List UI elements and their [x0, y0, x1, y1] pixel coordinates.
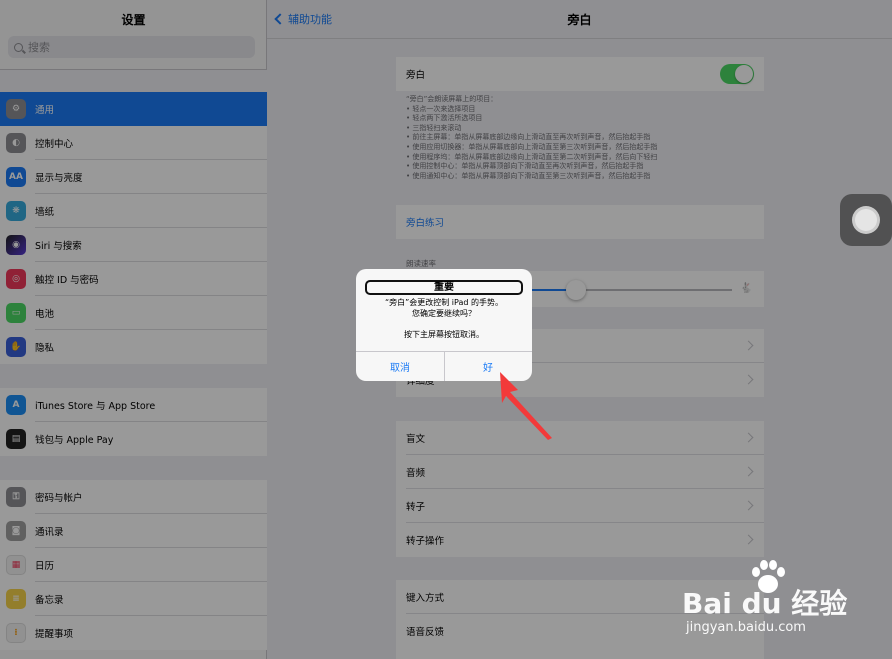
alert-message-line: 您确定要继续吗？: [412, 309, 476, 318]
assistive-touch-icon: [852, 206, 880, 234]
watermark: Bai du 经验 jingyan.baidu.com: [682, 560, 882, 640]
annotation-arrow-icon: [500, 372, 552, 440]
alert-note: 按下主屏幕按钮取消。: [404, 330, 484, 339]
watermark-logo: Bai du 经验: [682, 587, 848, 620]
alert-title: 重要: [365, 280, 523, 295]
alert-message-line: “旁白”会更改控制 iPad 的手势。: [384, 298, 504, 307]
alert-message: “旁白”会更改控制 iPad 的手势。 您确定要继续吗？: [356, 297, 532, 319]
alert-dialog: 重要 “旁白”会更改控制 iPad 的手势。 您确定要继续吗？ 按下主屏幕按钮取…: [356, 269, 532, 381]
assistive-touch-button[interactable]: [840, 194, 892, 246]
cancel-button[interactable]: 取消: [356, 352, 444, 381]
watermark-url: jingyan.baidu.com: [686, 620, 806, 635]
